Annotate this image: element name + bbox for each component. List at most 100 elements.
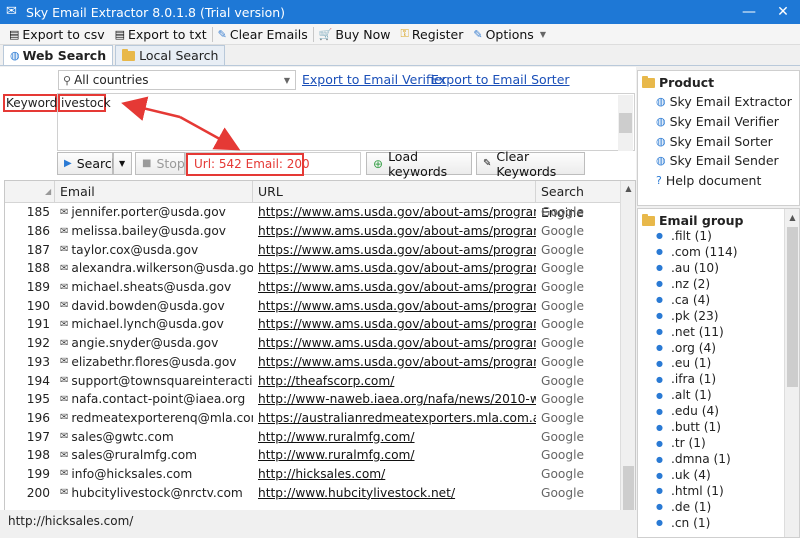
email-group-item[interactable]: ● .au (10) [638,260,799,276]
table-row[interactable]: 190 ✉ david.bowden@usda.gov https://www.ams… [5,296,621,315]
table-scrollbar[interactable]: ▲ ▼ [620,181,635,538]
email-column-header[interactable]: Email [55,181,253,203]
product-item[interactable]: ◍ Sky Email Sorter [638,131,799,151]
url-cell[interactable]: http://www-naweb.iaea.org/nafa/news/2010… [253,392,536,406]
email-group-item[interactable]: ● .alt (1) [638,387,799,403]
search-button[interactable]: ▶ Search [57,152,120,175]
engine-column-header[interactable]: Search Engine [536,181,621,220]
email-cell[interactable]: ✉ elizabethr.flores@usda.gov [55,355,253,369]
email-group-item[interactable]: ● .ifra (1) [638,371,799,387]
clear-keywords-button[interactable]: ✎ Clear Keywords [476,149,585,179]
email-group-item[interactable]: ● .cn (1) [638,515,799,531]
keyword-value[interactable]: ivestock [58,94,111,112]
table-row[interactable]: 186 ✉ melissa.bailey@usda.gov https://www.a… [5,222,621,241]
table-row[interactable]: 192 ✉ angie.snyder@usda.gov https://www.ams… [5,334,621,353]
scroll-thumb[interactable] [619,113,632,133]
email-cell[interactable]: ✉ jennifer.porter@usda.gov [55,205,253,219]
product-item[interactable]: ◍ Sky Email Verifier [638,112,799,132]
clear-emails-button[interactable]: ✎ Clear Emails [213,24,313,45]
scroll-up-icon[interactable]: ▲ [621,181,636,196]
email-group-item[interactable]: ● .html (1) [638,483,799,499]
table-row[interactable]: 188 ✉ alexandra.wilkerson@usda.gov https://… [5,259,621,278]
email-cell[interactable]: ✉ michael.sheats@usda.gov [55,280,253,294]
url-cell[interactable]: https://www.ams.usda.gov/about-ams/progr… [253,261,536,275]
url-cell[interactable]: http://theafscorp.com/ [253,374,536,388]
table-row[interactable]: 200 ✉ hubcitylivestock@nrctv.com http://www… [5,483,621,502]
email-group-item[interactable]: ● .edu (4) [638,403,799,419]
email-cell[interactable]: ✉ angie.snyder@usda.gov [55,336,253,350]
url-cell[interactable]: http://www.hubcitylivestock.net/ [253,486,536,500]
table-row[interactable]: 187 ✉ taylor.cox@usda.gov https://www.ams.u… [5,240,621,259]
options-button[interactable]: ✎ Options ▼ [468,24,551,45]
export-sorter-link[interactable]: Export to Email Sorter [431,72,570,87]
export-verifier-link[interactable]: Export to Email Verifier [302,72,447,87]
table-row[interactable]: 193 ✉ elizabethr.flores@usda.gov https://ww… [5,353,621,372]
email-group-item[interactable]: ● .nz (2) [638,276,799,292]
table-row[interactable]: 197 ✉ sales@gwtc.com http://www.ruralmfg.co… [5,427,621,446]
email-group-item[interactable]: ● .dmna (1) [638,451,799,467]
url-cell[interactable]: https://www.ams.usda.gov/about-ams/progr… [253,243,536,257]
scroll-thumb[interactable] [787,227,798,387]
url-cell[interactable]: https://www.ams.usda.gov/about-ams/progr… [253,224,536,238]
url-column-header[interactable]: URL [253,181,536,203]
email-cell[interactable]: ✉ michael.lynch@usda.gov [55,317,253,331]
email-cell[interactable]: ✉support@townsquareinteractive... [55,374,253,388]
search-dropdown-button[interactable]: ▼ [113,152,132,175]
keyword-input[interactable] [57,93,635,151]
url-cell[interactable]: https://www.ams.usda.gov/about-ams/progr… [253,317,536,331]
product-item[interactable]: ? Help document [638,171,799,191]
email-cell[interactable]: ✉ hubcitylivestock@nrctv.com [55,486,253,500]
keyword-scrollbar[interactable] [618,95,633,151]
url-cell[interactable]: https://www.ams.usda.gov/about-ams/progr… [253,205,536,219]
email-cell[interactable]: ✉ nafa.contact-point@iaea.org [55,392,253,406]
email-cell[interactable]: ✉ info@hicksales.com [55,467,253,481]
minimize-button[interactable]: — [732,0,766,24]
close-button[interactable]: ✕ [766,0,800,24]
email-cell[interactable]: ✉ alexandra.wilkerson@usda.gov [55,261,253,275]
email-cell[interactable]: ✉ sales@ruralmfg.com [55,448,253,462]
url-cell[interactable]: http://www.ruralmfg.com/ [253,448,536,462]
email-group-scrollbar[interactable]: ▲ [784,209,799,537]
export-txt-button[interactable]: ▤ Export to txt [110,24,212,45]
email-group-item[interactable]: ● .uk (4) [638,467,799,483]
load-keywords-button[interactable]: ⊕ Load keywords [366,149,472,179]
url-cell[interactable]: https://www.ams.usda.gov/about-ams/progr… [253,355,536,369]
email-cell[interactable]: ✉redmeatexporterenq@mla.com.... [55,411,253,425]
email-group-item[interactable]: ● .de (1) [638,499,799,515]
table-row[interactable]: 191 ✉ michael.lynch@usda.gov https://www.am… [5,315,621,334]
country-select[interactable]: ⚲ All countries ▼ [58,70,296,90]
email-group-item[interactable]: ● .net (11) [638,324,799,340]
stop-button[interactable]: ■ Stop [135,152,185,175]
email-group-item[interactable]: ● .butt (1) [638,419,799,435]
table-row[interactable]: 195 ✉ nafa.contact-point@iaea.org http://ww… [5,390,621,409]
email-group-item[interactable]: ● .filt (1) [638,228,799,244]
email-group-item[interactable]: ● .eu (1) [638,356,799,372]
url-cell[interactable]: https://www.ams.usda.gov/about-ams/progr… [253,280,536,294]
product-item[interactable]: ◍ Sky Email Extractor [638,92,799,112]
table-row[interactable]: 198 ✉ sales@ruralmfg.com http://www.ruralmf… [5,446,621,465]
email-cell[interactable]: ✉ melissa.bailey@usda.gov [55,224,253,238]
url-cell[interactable]: http://hicksales.com/ [253,467,536,481]
buy-now-button[interactable]: 🛒 Buy Now [314,24,396,45]
email-cell[interactable]: ✉ sales@gwtc.com [55,430,253,444]
tab-web-search[interactable]: ◍ Web Search [3,45,114,65]
scroll-up-icon[interactable]: ▲ [785,213,799,222]
email-group-item[interactable]: ● .com (114) [638,244,799,260]
email-group-item[interactable]: ● .tr (1) [638,435,799,451]
email-cell[interactable]: ✉ david.bowden@usda.gov [55,299,253,313]
email-group-item[interactable]: ● .org (4) [638,340,799,356]
url-cell[interactable]: https://www.ams.usda.gov/about-ams/progr… [253,336,536,350]
export-csv-button[interactable]: ▤ Export to csv [4,24,110,45]
table-row[interactable]: 194 ✉support@townsquareinteractive...http… [5,371,621,390]
url-cell[interactable]: https://australianredmeatexporters.mla.c… [253,411,536,425]
url-cell[interactable]: https://www.ams.usda.gov/about-ams/progr… [253,299,536,313]
email-group-item[interactable]: ● .pk (23) [638,308,799,324]
table-row[interactable]: 196 ✉redmeatexporterenq@mla.com....https:… [5,409,621,428]
table-row[interactable]: 199 ✉ info@hicksales.com http://hicksales.c… [5,465,621,484]
table-row[interactable]: 185 ✉ jennifer.porter@usda.gov https://www.… [5,203,621,222]
table-row[interactable]: 189 ✉ michael.sheats@usda.gov https://www.a… [5,278,621,297]
email-group-item[interactable]: ● .ca (4) [638,292,799,308]
register-button[interactable]: ⚿ Register [396,24,469,45]
email-cell[interactable]: ✉ taylor.cox@usda.gov [55,243,253,257]
url-cell[interactable]: http://www.ruralmfg.com/ [253,430,536,444]
